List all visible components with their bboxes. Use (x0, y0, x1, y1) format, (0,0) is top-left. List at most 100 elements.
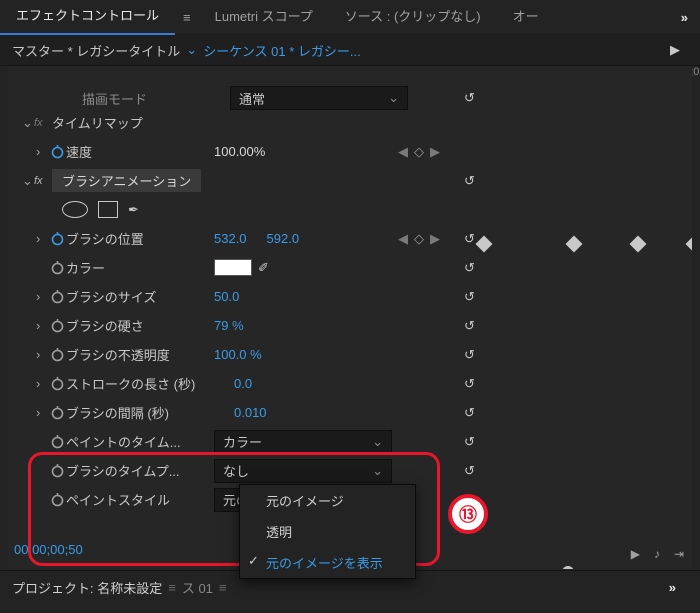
chevron-down-icon: ⌄ (388, 90, 399, 106)
sequence-clip-label[interactable]: シーケンス 01 * レガシー... (203, 41, 361, 60)
dropdown-item-selected[interactable]: 元のイメージを表示 (240, 547, 415, 578)
annotation-badge-13: ⑬ (448, 494, 488, 534)
stopwatch-icon[interactable] (48, 260, 66, 275)
effect-row-time-remap[interactable]: ⌄ fx タイムリマップ (8, 108, 692, 137)
playback-icons[interactable]: ▶♪⇥ (631, 547, 684, 561)
brush-size-value[interactable]: 50.0 (206, 289, 239, 304)
brush-time-label: ブラシのタイムプ... (66, 461, 206, 480)
fx-badge[interactable]: fx (34, 117, 52, 129)
reset-icon[interactable]: ↺ (464, 405, 475, 421)
brush-opacity-label: ブラシの不透明度 (66, 345, 206, 364)
keyframe-nav[interactable]: ◀◇▶ (398, 144, 440, 160)
stopwatch-icon[interactable] (48, 376, 66, 391)
stopwatch-icon[interactable] (48, 463, 66, 478)
time-remap-label: タイムリマップ (52, 113, 192, 132)
twisty-icon[interactable]: › (36, 144, 48, 159)
reset-icon[interactable]: ↺ (464, 434, 475, 450)
property-row-brush-size: › ブラシのサイズ 50.0 ↺ (8, 282, 692, 311)
rect-mask-icon[interactable] (98, 201, 118, 218)
tab-lumetri-scopes[interactable]: Lumetri スコープ (199, 0, 329, 34)
twisty-icon[interactable]: ⌄ (22, 115, 34, 131)
dropdown-item[interactable]: 元のイメージ (240, 485, 415, 516)
project-tab[interactable]: プロジェクト: 名称未設定 (12, 578, 162, 597)
reset-icon[interactable]: ↺ (464, 231, 475, 247)
twisty-icon[interactable]: ⌄ (22, 173, 34, 189)
keyframe-nav[interactable]: ◀◇▶ (398, 231, 440, 247)
stopwatch-icon[interactable] (48, 434, 66, 449)
property-row-brush-hardness: › ブラシの硬さ 79 % ↺ (8, 311, 692, 340)
speed-label: 速度 (66, 142, 206, 161)
brush-spacing-value[interactable]: 0.010 (226, 405, 267, 420)
brush-position-label: ブラシの位置 (66, 229, 206, 248)
tab-effect-controls[interactable]: エフェクトコントロール (0, 0, 175, 35)
stopwatch-icon[interactable] (48, 289, 66, 304)
stopwatch-icon[interactable] (48, 405, 66, 420)
playhead-handle[interactable] (562, 566, 574, 569)
brush-pos-y[interactable]: 592.0 (247, 231, 300, 246)
reset-icon[interactable]: ↺ (464, 318, 475, 334)
twisty-icon[interactable]: › (36, 376, 48, 391)
stroke-length-label: ストロークの長さ (秒) (66, 374, 226, 393)
stopwatch-icon[interactable] (48, 492, 66, 507)
reset-icon[interactable]: ↺ (464, 260, 475, 276)
twisty-icon[interactable]: › (36, 318, 48, 333)
paint-time-label: ペイントのタイム... (66, 432, 206, 451)
brush-anim-label[interactable]: ブラシアニメーション (52, 169, 201, 192)
property-row-brush-position: › ブラシの位置 532.0 592.0 ◀◇▶ ↺ (8, 224, 692, 253)
stopwatch-icon[interactable] (48, 144, 66, 159)
reset-icon[interactable]: ↺ (464, 376, 475, 392)
current-time[interactable]: 00;00;00;50 (14, 542, 83, 557)
caret-icon[interactable]: ⌄ (180, 42, 203, 58)
brush-opacity-value[interactable]: 100.0 % (206, 347, 262, 362)
effect-row-brush-anim[interactable]: ⌄ fx ブラシアニメーション ↺ (8, 166, 692, 195)
stroke-length-value[interactable]: 0.0 (226, 376, 252, 391)
property-row-brush-time: ブラシのタイムプ... なし⌄ ↺ (8, 456, 692, 485)
clip-header: マスター * レガシータイトル ⌄ シーケンス 01 * レガシー... ▶ (0, 35, 700, 66)
reset-icon[interactable]: ↺ (464, 289, 475, 305)
property-row-brush-opacity: › ブラシの不透明度 100.0 % ↺ (8, 340, 692, 369)
reset-icon[interactable]: ↺ (464, 90, 475, 106)
property-row-stroke-length: › ストロークの長さ (秒) 0.0 ↺ (8, 369, 692, 398)
twisty-icon[interactable]: › (36, 231, 48, 246)
bottom-sub[interactable]: ス 01 (182, 578, 213, 597)
stopwatch-icon[interactable] (48, 231, 66, 246)
twisty-icon[interactable]: › (36, 347, 48, 362)
master-clip-label: マスター * レガシータイトル (12, 41, 180, 60)
tab-audio[interactable]: オー (497, 0, 555, 34)
tab-menu-icon[interactable]: ≡ (175, 10, 199, 25)
brush-hardness-value[interactable]: 79 % (206, 318, 244, 333)
brush-spacing-label: ブラシの間隔 (秒) (66, 403, 226, 422)
reset-icon[interactable]: ↺ (464, 173, 475, 189)
ellipse-mask-icon[interactable] (62, 201, 88, 218)
top-tabs: エフェクトコントロール ≡ Lumetri スコープ ソース : (クリップなし… (0, 0, 700, 35)
twisty-icon[interactable]: › (36, 405, 48, 420)
color-label: カラー (66, 258, 206, 277)
reset-icon[interactable]: ↺ (464, 347, 475, 363)
draw-mode-select[interactable]: 通常⌄ (230, 86, 408, 110)
fx-badge[interactable]: fx (34, 175, 52, 187)
paint-style-label: ペイントスタイル (66, 490, 206, 509)
eyedropper-icon[interactable]: ✐ (258, 260, 269, 276)
brush-pos-x[interactable]: 532.0 (206, 231, 247, 246)
draw-mode-label: 描画モード (82, 89, 222, 108)
chevron-down-icon: ⌄ (372, 463, 383, 479)
property-row-speed: › 速度 100.00% ◀◇▶ (8, 137, 692, 166)
tab-source[interactable]: ソース : (クリップなし) (329, 0, 497, 34)
property-row-draw-mode: 描画モード 通常⌄ ↺ (8, 88, 692, 108)
property-row-brush-spacing: › ブラシの間隔 (秒) 0.010 ↺ (8, 398, 692, 427)
brush-time-select[interactable]: なし⌄ (214, 459, 392, 483)
paint-time-select[interactable]: カラー⌄ (214, 430, 392, 454)
stopwatch-icon[interactable] (48, 318, 66, 333)
paint-style-dropdown: 元のイメージ 透明 元のイメージを表示 (239, 484, 416, 579)
overflow-icon[interactable]: » (669, 10, 700, 25)
play-icon[interactable]: ▶ (662, 42, 688, 58)
speed-value[interactable]: 100.00% (206, 144, 265, 159)
dropdown-item[interactable]: 透明 (240, 516, 415, 547)
color-swatch[interactable] (214, 259, 252, 276)
reset-icon[interactable]: ↺ (464, 463, 475, 479)
pen-mask-icon[interactable]: ✒ (128, 202, 139, 218)
chevron-down-icon: ⌄ (372, 434, 383, 450)
stopwatch-icon[interactable] (48, 347, 66, 362)
twisty-icon[interactable]: › (36, 289, 48, 304)
brush-size-label: ブラシのサイズ (66, 287, 206, 306)
